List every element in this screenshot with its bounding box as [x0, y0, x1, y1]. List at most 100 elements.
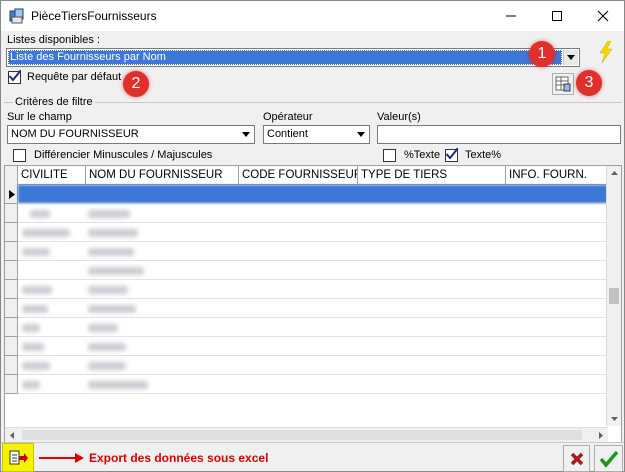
- redacted-cell: [22, 381, 40, 389]
- values-label: Valeur(s): [377, 111, 421, 123]
- row-indicator[interactable]: [5, 242, 18, 261]
- lists-dropdown-value: Liste des Fournisseurs par Nom: [10, 51, 166, 63]
- footer-separator: [1, 442, 624, 443]
- pct-text-checkbox[interactable]: [383, 149, 396, 162]
- table-row-selected[interactable]: [18, 185, 608, 204]
- redacted-cell: [88, 267, 144, 275]
- table-row[interactable]: [18, 242, 608, 261]
- row-indicator[interactable]: [5, 356, 18, 375]
- operator-label: Opérateur: [263, 111, 313, 123]
- table-row[interactable]: [18, 318, 608, 337]
- redacted-cell: [22, 305, 48, 313]
- redacted-cell: [88, 286, 128, 294]
- redacted-cell: [22, 324, 40, 332]
- table-row[interactable]: [18, 375, 608, 394]
- redacted-cell: [88, 248, 134, 256]
- lists-label: Listes disponibles :: [7, 34, 100, 46]
- vertical-scrollbar[interactable]: [606, 166, 621, 426]
- column-header-civilite[interactable]: CIVILITE: [18, 166, 86, 185]
- redacted-cell: [22, 343, 44, 351]
- checkmark-icon: [8, 70, 21, 82]
- field-dropdown-value: NOM DU FOURNISSEUR: [11, 128, 139, 140]
- maximize-button[interactable]: [534, 1, 580, 31]
- row-indicator[interactable]: [5, 280, 18, 299]
- suppliers-grid[interactable]: CIVILITE NOM DU FOURNISSEUR CODE FOURNIS…: [4, 165, 622, 443]
- checkmark-icon: [599, 450, 618, 468]
- redacted-cell: [22, 229, 70, 237]
- table-row[interactable]: [18, 261, 608, 280]
- ok-button[interactable]: [594, 445, 623, 472]
- column-header-type-tiers[interactable]: TYPE DE TIERS: [358, 166, 506, 185]
- default-query-label: Requête par défaut: [27, 71, 122, 83]
- lists-dropdown[interactable]: Liste des Fournisseurs par Nom: [6, 48, 580, 67]
- redacted-cell: [30, 210, 50, 218]
- cancel-button[interactable]: [563, 445, 590, 472]
- row-indicator[interactable]: [5, 337, 18, 356]
- case-sensitive-label: Différencier Minuscules / Majuscules: [34, 149, 213, 161]
- table-row[interactable]: [18, 280, 608, 299]
- table-row[interactable]: [18, 356, 608, 375]
- row-indicator[interactable]: [5, 204, 18, 223]
- callout-badge-2: 2: [123, 71, 149, 97]
- operator-dropdown[interactable]: Contient: [263, 125, 370, 144]
- minimize-button[interactable]: [488, 1, 534, 31]
- redacted-cell: [88, 324, 118, 332]
- scroll-down-icon[interactable]: [607, 411, 622, 426]
- chevron-down-icon[interactable]: [563, 50, 578, 65]
- row-indicator[interactable]: [5, 299, 18, 318]
- pct-text-label: %Texte: [404, 149, 441, 161]
- redacted-cell: [22, 362, 50, 370]
- horizontal-scrollbar[interactable]: [5, 427, 608, 442]
- table-row[interactable]: [18, 204, 608, 223]
- table-row[interactable]: [18, 299, 608, 318]
- table-row[interactable]: [18, 223, 608, 242]
- refresh-lightning-icon[interactable]: [598, 40, 614, 66]
- row-indicator[interactable]: [5, 318, 18, 337]
- row-indicator[interactable]: [5, 223, 18, 242]
- redacted-cell: [88, 305, 136, 313]
- operator-dropdown-value: Contient: [267, 128, 308, 140]
- dialog-window: PièceTiersFournisseurs Listes disponible…: [0, 0, 625, 472]
- filter-group-label: Critères de filtre: [13, 96, 95, 108]
- column-header-code-fournisseur[interactable]: CODE FOURNISSEUR: [239, 166, 358, 185]
- default-query-checkbox[interactable]: [8, 70, 21, 84]
- callout-badge-1: 1: [529, 41, 555, 67]
- app-icon: [9, 8, 25, 24]
- text-pct-label: Texte%: [465, 149, 502, 161]
- vertical-scroll-thumb[interactable]: [609, 288, 619, 304]
- scroll-up-icon[interactable]: [607, 166, 622, 181]
- field-label: Sur le champ: [7, 111, 72, 123]
- table-row[interactable]: [18, 337, 608, 356]
- close-button[interactable]: [580, 1, 625, 31]
- case-sensitive-checkbox[interactable]: [13, 149, 26, 162]
- query-editor-button[interactable]: [552, 73, 574, 95]
- export-excel-icon: [9, 450, 28, 464]
- redacted-cell: [88, 343, 126, 351]
- redacted-cell: [88, 210, 130, 218]
- grid-corner: [5, 166, 18, 185]
- row-indicator[interactable]: [5, 261, 18, 280]
- redacted-cell: [22, 248, 50, 256]
- scroll-right-icon[interactable]: [593, 428, 608, 443]
- redacted-cell: [88, 362, 126, 370]
- redacted-cell: [88, 381, 148, 389]
- field-dropdown[interactable]: NOM DU FOURNISSEUR: [7, 125, 255, 144]
- row-indicator[interactable]: [5, 375, 18, 394]
- cancel-x-icon: [570, 452, 583, 465]
- export-annotation-text: Export des données sous excel: [89, 451, 269, 465]
- grid-header: CIVILITE NOM DU FOURNISSEUR CODE FOURNIS…: [5, 166, 608, 185]
- scroll-left-icon[interactable]: [5, 428, 20, 443]
- text-pct-checkbox[interactable]: [445, 148, 458, 162]
- chevron-down-icon[interactable]: [238, 127, 253, 142]
- arrow-pointer-icon: [39, 453, 84, 463]
- row-indicator-current[interactable]: [5, 185, 18, 204]
- horizontal-scroll-track[interactable]: [22, 430, 582, 440]
- window-title: PièceTiersFournisseurs: [31, 9, 157, 23]
- values-input[interactable]: [377, 125, 621, 144]
- filter-group-line: [4, 102, 622, 103]
- callout-badge-3: 3: [576, 70, 602, 96]
- export-excel-button[interactable]: [2, 443, 34, 472]
- chevron-down-icon[interactable]: [353, 127, 368, 142]
- column-header-info-fourn[interactable]: INFO. FOURN.: [506, 166, 608, 185]
- column-header-nom-fournisseur[interactable]: NOM DU FOURNISSEUR: [86, 166, 239, 185]
